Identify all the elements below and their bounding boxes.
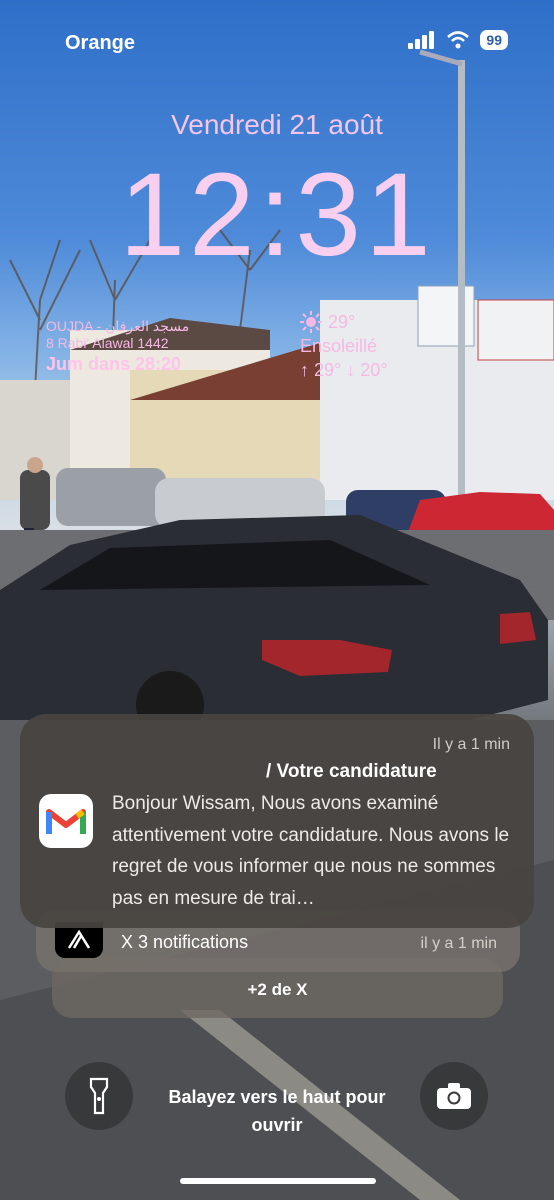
prayer-next: Jum dans 28:20 [46,354,182,374]
prayer-widget[interactable]: OUJDA - مسجد العرفان 8 Rabi' Alawal 1442… [46,318,189,376]
swipe-hint: Balayez vers le haut pour ouvrir [168,1087,386,1135]
notification-title: / Votre candidature [266,761,437,782]
status-icons: 99 [408,30,508,50]
weather-temp: 29° [328,312,356,332]
grouped-time: il y a 1 min [420,935,497,952]
battery-indicator: 99 [480,30,508,50]
camera-icon [437,1083,471,1109]
gmail-icon [39,794,93,848]
lock-date: Vendredi 21 août [171,109,383,140]
prayer-location: OUJDA - مسجد العرفان [46,318,190,334]
flashlight-icon [89,1077,109,1115]
weather-condition: Ensoleillé [300,336,378,356]
signal-icon [408,31,435,49]
lock-time: 12:31 [119,149,435,281]
notification-body: Bonjour Wissam, Nous avons examiné atten… [112,793,510,909]
notification-time: Il y a 1 min [432,736,510,753]
home-indicator[interactable] [180,1178,376,1184]
prayer-hijri-date: 8 Rabi' Alawal 1442 [46,335,169,351]
weather-widget[interactable]: 29° Ensoleillé ↑ 29° ↓ 20° [300,310,387,382]
weather-range: ↑ 29° ↓ 20° [300,360,388,380]
camera-button[interactable] [420,1062,488,1130]
more-notifications[interactable]: +2 de X [52,980,503,1000]
grouped-label: X 3 notifications [121,932,249,952]
sun-icon [300,311,322,333]
notification-card[interactable]: Il y a 1 min / Votre candidature Bonjour… [20,714,534,928]
flashlight-button[interactable] [65,1062,133,1130]
wifi-icon [447,31,470,49]
carrier-name: Orange [65,32,136,54]
grouped-notification-x[interactable]: X 3 notifications il y a 1 min [55,922,525,962]
